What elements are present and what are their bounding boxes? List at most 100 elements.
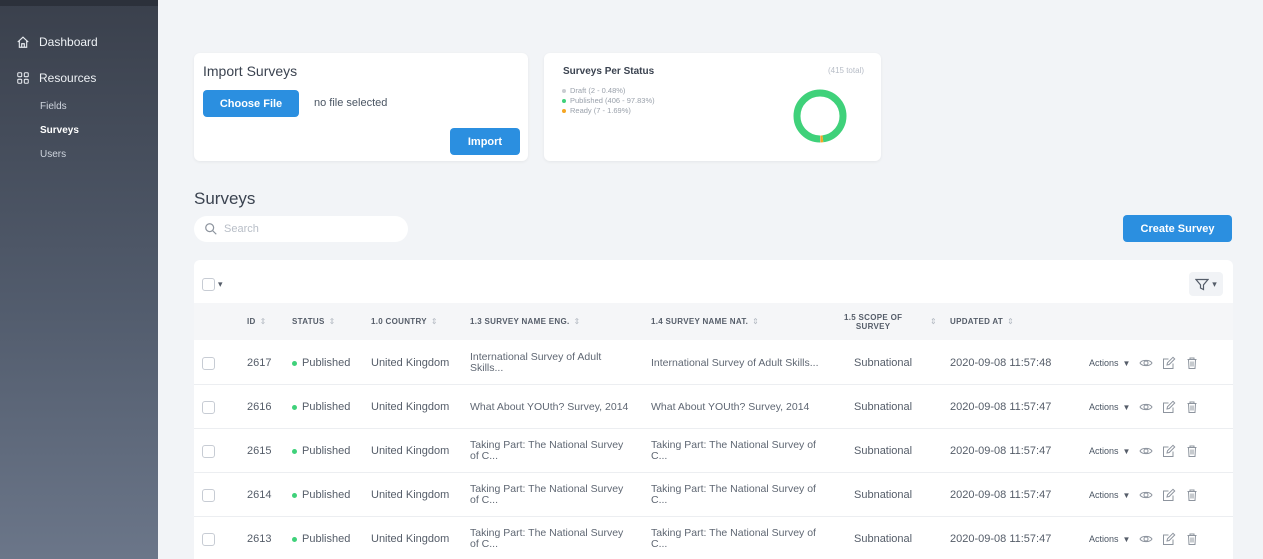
row-checkbox-cell[interactable] (202, 385, 215, 429)
sidebar-item-dashboard[interactable]: Dashboard (0, 32, 158, 52)
search-box (194, 216, 408, 242)
cell-country: United Kingdom (371, 533, 450, 545)
cell-name-nat: Taking Part: The National Survey of C... (651, 483, 816, 506)
cell-updated: 2020-09-08 11:57:47 (950, 401, 1052, 413)
filter-icon (1195, 278, 1210, 290)
row-checkbox[interactable] (202, 488, 215, 502)
column-header-label: UPDATED AT (950, 317, 1004, 326)
edit-icon[interactable] (1162, 488, 1176, 502)
filter-button[interactable]: ▾ (1189, 272, 1223, 296)
edit-icon[interactable] (1162, 532, 1176, 546)
table-row[interactable]: 2617 Published United Kingdom International… (194, 341, 1233, 385)
table-row[interactable]: 2615 Published United Kingdom Taking Part: … (194, 429, 1233, 473)
create-survey-button[interactable]: Create Survey (1123, 215, 1232, 242)
cell-name-nat: International Survey of Adult Skills... (651, 356, 819, 369)
trash-icon[interactable] (1185, 444, 1199, 458)
sort-icon: ⇕ (430, 317, 438, 326)
table-row[interactable]: 2616 Published United Kingdom What About YO… (194, 385, 1233, 429)
actions-dropdown[interactable]: Actions ▼ (1089, 446, 1130, 456)
actions-dropdown[interactable]: Actions ▼ (1089, 534, 1130, 544)
actions-dropdown[interactable]: Actions ▼ (1089, 402, 1130, 412)
row-checkbox[interactable] (202, 532, 215, 546)
import-button[interactable]: Import (450, 128, 520, 155)
row-actions: Actions ▼ (1089, 385, 1199, 429)
select-all-checkbox[interactable] (202, 278, 215, 291)
sort-icon: ⇕ (930, 317, 938, 326)
edit-icon[interactable] (1162, 400, 1176, 414)
actions-label: Actions (1089, 490, 1119, 500)
row-checkbox-cell[interactable] (202, 429, 215, 473)
sidebar-item-resources[interactable]: Resources (0, 68, 158, 88)
status-dot (292, 492, 297, 498)
table-row[interactable]: 2613 Published United Kingdom Taking Part: … (194, 517, 1233, 559)
chevron-down-icon: ▼ (1122, 534, 1131, 544)
grid-icon (17, 72, 29, 84)
cell-updated: 2020-09-08 11:57:48 (950, 357, 1052, 369)
row-checkbox[interactable] (202, 356, 215, 370)
cell-country: United Kingdom (371, 489, 450, 501)
column-header-label: ID (247, 317, 256, 326)
sidebar-item-users[interactable]: Users (0, 143, 158, 167)
legend-label: Draft (2 - 0.48%) (570, 86, 626, 95)
edit-icon[interactable] (1162, 444, 1176, 458)
cell-id: 2613 (247, 533, 272, 545)
eye-icon[interactable] (1139, 444, 1154, 458)
eye-icon[interactable] (1139, 488, 1154, 502)
cell-updated: 2020-09-08 11:57:47 (950, 445, 1052, 457)
trash-icon[interactable] (1185, 532, 1199, 546)
cell-scope: Subnational (854, 401, 913, 413)
eye-icon[interactable] (1139, 356, 1154, 370)
sort-icon: ⇕ (328, 317, 336, 326)
row-checkbox-cell[interactable] (202, 517, 215, 559)
actions-dropdown[interactable]: Actions ▼ (1089, 358, 1130, 368)
trash-icon[interactable] (1185, 356, 1199, 370)
table-row[interactable]: 2614 Published United Kingdom Taking Part: … (194, 473, 1233, 517)
column-header-country[interactable]: 1.0 COUNTRY ⇕ (371, 303, 438, 340)
actions-dropdown[interactable]: Actions ▼ (1089, 490, 1130, 500)
chevron-down-icon: ▼ (1122, 402, 1131, 412)
chevron-down-icon: ▼ (1122, 358, 1131, 368)
sort-icon-scope[interactable]: ⇕ (926, 303, 937, 340)
row-actions: Actions ▼ (1089, 429, 1199, 473)
sidebar-item-label: Resources (39, 71, 97, 85)
file-status-text: no file selected (314, 97, 388, 109)
status-donut-chart (793, 89, 847, 143)
row-checkbox-cell[interactable] (202, 341, 215, 385)
column-header-scope[interactable]: 1.5 SCOPE OF SURVEY (844, 303, 902, 340)
trash-icon[interactable] (1185, 488, 1199, 502)
row-actions: Actions ▼ (1089, 341, 1199, 385)
search-input[interactable] (224, 223, 394, 235)
select-all-control[interactable]: ▾ (202, 278, 223, 291)
cell-country: United Kingdom (371, 357, 450, 369)
row-checkbox[interactable] (202, 444, 215, 458)
row-checkbox[interactable] (202, 400, 215, 414)
edit-icon[interactable] (1162, 356, 1176, 370)
chevron-down-icon[interactable]: ▾ (218, 279, 223, 290)
eye-icon[interactable] (1139, 532, 1154, 546)
cell-name-eng: What About YOUth? Survey, 2014 (470, 400, 629, 413)
sidebar-item-label: Dashboard (39, 35, 98, 49)
row-actions: Actions ▼ (1089, 473, 1199, 517)
column-header-id[interactable]: ID ⇕ (247, 303, 267, 340)
cell-name-nat: Taking Part: The National Survey of C... (651, 439, 816, 462)
column-header-status[interactable]: STATUS ⇕ (292, 303, 336, 340)
trash-icon[interactable] (1185, 400, 1199, 414)
sidebar-item-surveys[interactable]: Surveys (0, 119, 158, 143)
cell-scope: Subnational (854, 357, 913, 369)
cell-status: Published (292, 517, 350, 559)
sidebar-item-fields[interactable]: Fields (0, 95, 158, 119)
status-label: Published (302, 401, 351, 413)
row-checkbox-cell[interactable] (202, 473, 215, 517)
import-card-title: Import Surveys (203, 63, 298, 79)
column-header-name-nat[interactable]: 1.4 SURVEY NAME NAT. ⇕ (651, 303, 759, 340)
status-label: Published (302, 533, 351, 545)
cell-status: Published (292, 473, 350, 517)
column-header-updated[interactable]: UPDATED AT ⇕ (950, 303, 1014, 340)
column-header-name-eng[interactable]: 1.3 SURVEY NAME ENG. ⇕ (470, 303, 581, 340)
cell-updated: 2020-09-08 11:57:47 (950, 489, 1052, 501)
actions-label: Actions (1089, 402, 1119, 412)
column-header-label: 1.0 COUNTRY (371, 317, 427, 326)
column-header-label: STATUS (292, 317, 325, 326)
choose-file-button[interactable]: Choose File (203, 90, 299, 117)
eye-icon[interactable] (1139, 400, 1154, 414)
